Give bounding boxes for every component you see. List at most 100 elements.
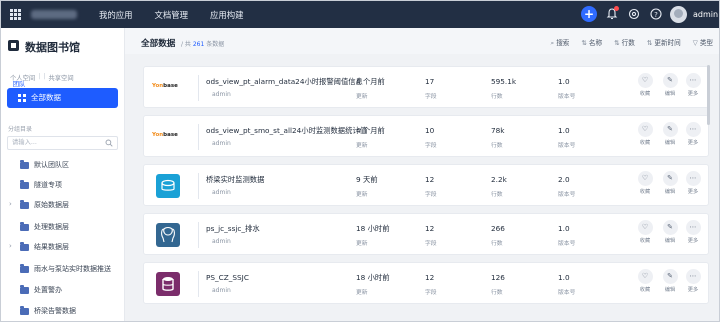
tree-item-label: 结果数据层	[34, 243, 69, 251]
stat-updated: 18 小时前	[356, 273, 390, 282]
tree-item-processed-layer[interactable]: 处理数据层	[1, 221, 125, 235]
tree-item-disposal[interactable]: 处置警办	[1, 284, 125, 298]
page-title: 全部数据	[141, 39, 176, 49]
stat-rows: 78k	[491, 126, 505, 135]
tab-shared-space[interactable]: 共享空间	[48, 73, 73, 82]
yonbase-logo: Yonbase	[152, 83, 182, 93]
tree-item-rain-pump[interactable]: 雨水与泵站实时数据推送	[1, 263, 125, 277]
edit-button[interactable]: ✎ 编辑	[661, 269, 679, 293]
edit-label: 编辑	[664, 91, 676, 97]
sort-icon: ⇅	[646, 39, 653, 47]
more-button[interactable]: ⋯ 更多	[684, 269, 702, 293]
search-button[interactable]: ⌕ 搜索	[551, 37, 570, 48]
more-button[interactable]: ⋯ 更多	[684, 220, 702, 244]
gear-icon[interactable]	[627, 7, 641, 21]
more-button[interactable]: ⋯ 更多	[684, 171, 702, 195]
count-number: 261	[192, 41, 205, 48]
stat-updated: 9 天前	[356, 175, 378, 184]
chevron-right-icon[interactable]: ›	[9, 242, 12, 250]
folder-icon	[20, 306, 29, 315]
sort-name-button[interactable]: ⇅ 名称	[581, 37, 602, 48]
stat-version-label: 版本号	[558, 241, 576, 247]
sort-rows-button[interactable]: ⇅ 行数	[614, 37, 635, 48]
user-avatar[interactable]	[670, 6, 687, 23]
favorite-button[interactable]: ♡ 收藏	[636, 220, 654, 244]
favorite-icon: ♡	[637, 73, 653, 88]
grid-icon	[18, 94, 26, 102]
dataset-card[interactable]: Yonbase ods_view_pt_smo_st_all24小时监测数据统计值…	[143, 115, 709, 157]
folder-icon	[20, 242, 29, 251]
dataset-name[interactable]: PS_CZ_SSJC	[206, 273, 249, 282]
chevron-right-icon[interactable]: ›	[9, 200, 12, 208]
all-data-button[interactable]: 全部数据	[7, 88, 118, 108]
dataset-name[interactable]: ods_view_pt_smo_st_all24小时监测数据统计值	[206, 126, 367, 136]
sidebar: 数据图书馆 个人空间 | 团队空间 | 共享空间 全部数据 分组目录 请输入..…	[1, 28, 125, 321]
edit-button[interactable]: ✎ 编辑	[661, 171, 679, 195]
stat-version: 1.0	[558, 126, 570, 135]
favorite-button[interactable]: ♡ 收藏	[636, 73, 654, 97]
edit-button[interactable]: ✎ 编辑	[661, 220, 679, 244]
dataset-name[interactable]: 桥梁实时监测数据	[206, 175, 264, 185]
stat-updated: 18 小时前	[356, 224, 390, 233]
edit-button[interactable]: ✎ 编辑	[661, 122, 679, 146]
more-icon: ⋯	[685, 220, 701, 235]
dataset-card[interactable]: 桥梁实时监测数据 admin 9 天前 更新 12 字段 2.2k 行数 2.0 版本号 ♡ 收藏 ✎ 编…	[143, 164, 709, 206]
stat-version-label: 版本号	[558, 192, 576, 198]
favorite-button[interactable]: ♡ 收藏	[636, 171, 654, 195]
dataset-name[interactable]: ps_jc_ssjc_排水	[206, 224, 260, 234]
edit-button[interactable]: ✎ 编辑	[661, 73, 679, 97]
stat-version: 2.0	[558, 175, 570, 184]
dataset-card[interactable]: Yonbase ods_view_pt_alarm_data24小时报警阈值信息 a…	[143, 66, 709, 108]
nav-doc-management[interactable]: 文档管理	[155, 9, 189, 21]
notification-dot	[614, 6, 619, 11]
folder-icon	[20, 180, 29, 189]
more-button[interactable]: ⋯ 更多	[684, 122, 702, 146]
tree-item-label: 桥梁告警数据	[34, 307, 76, 315]
stat-fields-label: 字段	[425, 241, 437, 247]
folder-icon	[20, 285, 29, 294]
favorite-button[interactable]: ♡ 收藏	[636, 269, 654, 293]
nav-my-apps[interactable]: 我的应用	[99, 9, 133, 21]
tree-item-raw-layer[interactable]: › 原始数据层	[1, 199, 125, 213]
app-title: 数据图书馆	[25, 41, 80, 54]
more-label: 更多	[687, 189, 699, 195]
tree-item-tunnel[interactable]: 隧道专项	[1, 179, 125, 193]
edit-icon: ✎	[662, 122, 678, 137]
sort-name-label: 名称	[588, 39, 603, 47]
group-search-input[interactable]: 请输入...	[7, 136, 118, 150]
create-button[interactable]: +	[581, 6, 597, 22]
tree-item-label: 处置警办	[34, 286, 62, 294]
dataset-card[interactable]: ps_jc_ssjc_排水 admin 18 小时前 更新 12 字段 266 行数 1.0 版本…	[143, 213, 709, 255]
stat-rows-label: 行数	[491, 192, 503, 198]
edit-icon: ✎	[662, 269, 678, 284]
more-button[interactable]: ⋯ 更多	[684, 73, 702, 97]
more-icon: ⋯	[685, 73, 701, 88]
tree-item-default-team[interactable]: 默认团队区	[1, 159, 125, 173]
divider	[198, 222, 199, 248]
nav-app-builder[interactable]: 应用构建	[210, 9, 244, 21]
list-controls: ⌕ 搜索 ⇅ 名称 ⇅ 行数 ⇅ 更新时间 ▽ 类型	[551, 37, 714, 48]
tree-item-bridge-alarm[interactable]: 桥梁告警数据	[1, 305, 125, 319]
sort-updated-label: 更新时间	[654, 39, 681, 47]
dataset-card[interactable]: PS_CZ_SSJC admin 18 小时前 更新 12 字段 126 行数 1.0 版本号 ♡ 收…	[143, 262, 709, 304]
stat-version: 1.0	[558, 77, 570, 86]
sort-updated-button[interactable]: ⇅ 更新时间	[647, 37, 681, 48]
divider	[198, 75, 199, 101]
app-grid-icon[interactable]	[10, 9, 21, 20]
logo-text-prefix: Yon	[152, 83, 164, 89]
dataset-name[interactable]: ods_view_pt_alarm_data24小时报警阈值信息	[206, 77, 363, 87]
scrollbar[interactable]	[707, 65, 710, 125]
stat-version-label: 版本号	[558, 290, 576, 296]
dataset-owner: admin	[212, 189, 231, 196]
dataset-owner: admin	[212, 287, 231, 294]
tree-item-result-layer[interactable]: › 结果数据层	[1, 241, 125, 255]
record-count: / 共 261 条数据	[181, 39, 224, 48]
favorite-button[interactable]: ♡ 收藏	[636, 122, 654, 146]
filter-type-button[interactable]: ▽ 类型	[693, 37, 713, 48]
category-label: 分组目录	[8, 126, 33, 133]
stat-fields-label: 字段	[425, 143, 437, 149]
stat-updated-label: 更新	[356, 290, 368, 296]
svg-text:?: ?	[654, 11, 658, 19]
user-name[interactable]: admin	[693, 10, 718, 19]
help-icon[interactable]: ?	[649, 7, 663, 21]
